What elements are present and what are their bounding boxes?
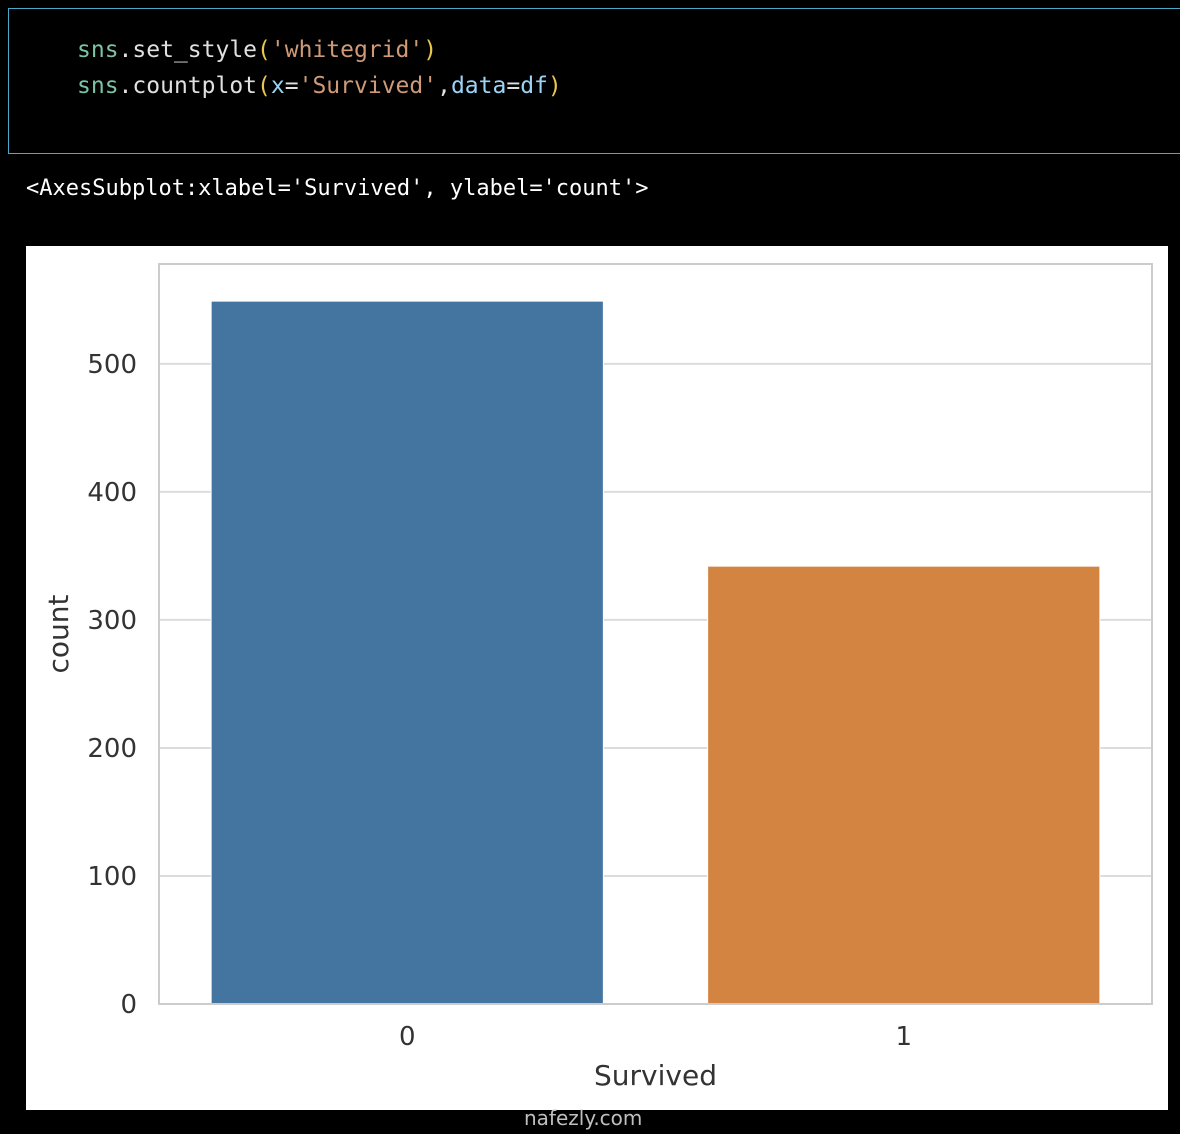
chart-figure: 0 100 200 300 400 500 0 1 Survived count bbox=[26, 246, 1168, 1110]
y-tick-label: 400 bbox=[87, 478, 137, 508]
watermark-text: nafezly.com bbox=[524, 1106, 643, 1130]
code-string: 'Survived' bbox=[298, 73, 438, 99]
code-comma: , bbox=[437, 73, 451, 99]
code-operator: = bbox=[506, 73, 521, 99]
code-line-2: sns.countplot(x='Survived',data=df) bbox=[77, 71, 562, 101]
code-line-1: sns.set_style('whitegrid') bbox=[77, 35, 437, 65]
bar-0 bbox=[210, 300, 604, 1005]
code-paren-open: ( bbox=[257, 73, 271, 99]
code-paren-close: ) bbox=[423, 37, 438, 63]
code-module: sns bbox=[77, 37, 119, 63]
x-tick-label: 1 bbox=[895, 1022, 912, 1052]
code-cell[interactable]: sns.set_style('whitegrid') sns.countplot… bbox=[8, 8, 1180, 154]
y-axis-label: count bbox=[42, 594, 75, 673]
bar-1 bbox=[707, 565, 1101, 1005]
bar-chart: 0 100 200 300 400 500 0 1 Survived count bbox=[42, 263, 1153, 1092]
code-paren-close: ) bbox=[547, 73, 562, 99]
code-dot: . bbox=[118, 37, 133, 63]
code-function: set_style bbox=[132, 37, 258, 63]
y-tick-label: 200 bbox=[87, 734, 137, 764]
y-tick-label: 300 bbox=[87, 606, 137, 636]
code-function: countplot bbox=[132, 73, 258, 99]
y-tick-label: 0 bbox=[120, 990, 137, 1020]
code-operator: = bbox=[284, 73, 299, 99]
x-axis-label: Survived bbox=[594, 1059, 717, 1092]
cell-output-text: <AxesSubplot:xlabel='Survived', ylabel='… bbox=[26, 176, 649, 201]
x-tick-label: 0 bbox=[399, 1022, 416, 1052]
code-paren-open: ( bbox=[257, 37, 271, 63]
y-tick-label: 100 bbox=[87, 862, 137, 892]
code-string: 'whitegrid' bbox=[270, 37, 424, 63]
code-keyword: x bbox=[270, 73, 285, 99]
code-dot: . bbox=[118, 73, 133, 99]
code-variable: df bbox=[520, 73, 548, 99]
y-tick-label: 500 bbox=[87, 350, 137, 380]
code-keyword: data bbox=[450, 73, 507, 99]
code-module: sns bbox=[77, 73, 119, 99]
